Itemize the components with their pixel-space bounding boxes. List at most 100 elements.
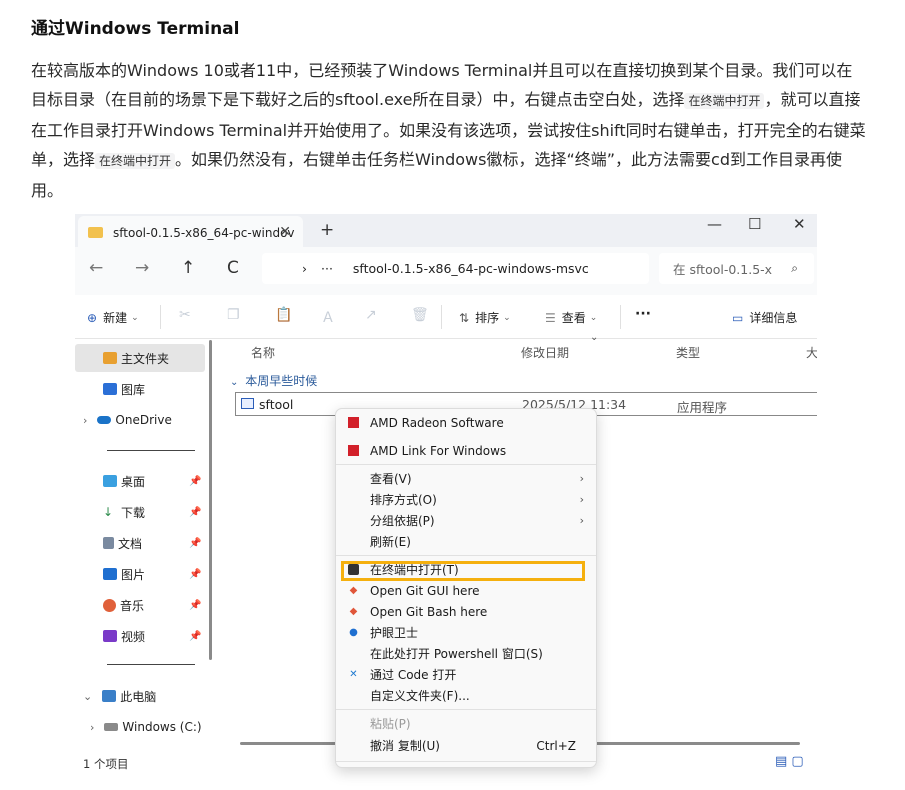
explorer-tab[interactable]: sftool-0.1.5-x86_64-pc-windov ✕ xyxy=(78,216,303,249)
inline-code-open-in-terminal-2: 在终端中打开 xyxy=(95,153,176,169)
sort-icon: ⇅ xyxy=(459,310,470,325)
menu-item-customize-folder[interactable]: 自定义文件夹(F)... xyxy=(336,685,596,706)
share-icon[interactable]: ↗ xyxy=(365,307,377,323)
menu-separator xyxy=(336,555,596,556)
application-icon xyxy=(241,398,254,409)
back-arrow-icon[interactable]: ← xyxy=(89,258,103,278)
details-pane-icon: ▭ xyxy=(732,310,744,325)
breadcrumb-overflow-icon[interactable]: ··· xyxy=(321,261,333,276)
pin-icon[interactable]: 📌 xyxy=(189,631,201,642)
up-arrow-icon[interactable]: ↑ xyxy=(181,258,195,278)
pin-icon[interactable]: 📌 xyxy=(189,569,201,580)
search-placeholder: 在 sftool-0.1.5-x xyxy=(673,262,773,277)
navigation-pane: 主文件夹 图库 › OneDrive 桌面 📌 ↓ 下载 📌 文档 📌 图片 📌… xyxy=(75,340,210,752)
sidebar-item-gallery[interactable]: 图库 xyxy=(75,375,205,403)
menu-separator xyxy=(336,709,596,710)
document-icon xyxy=(103,537,114,549)
sidebar-divider xyxy=(107,450,195,451)
group-header[interactable]: ⌄ 本周早些时候 xyxy=(230,372,317,389)
menu-item-view[interactable]: 查看(V) › xyxy=(336,468,596,489)
sidebar-item-desktop[interactable]: 桌面 📌 xyxy=(75,467,205,495)
column-header-size[interactable]: 大 xyxy=(806,344,817,361)
menu-item-open-powershell[interactable]: 在此处打开 Powershell 窗口(S) xyxy=(336,643,596,664)
column-header-type[interactable]: 类型 xyxy=(676,344,700,361)
chevron-right-icon: › xyxy=(579,493,584,506)
sidebar-item-onedrive[interactable]: › OneDrive xyxy=(75,406,205,434)
navigation-bar: ← → ↑ C › ··· sftool-0.1.5-x86_64-pc-win… xyxy=(75,247,817,295)
sidebar-item-music[interactable]: 音乐 📌 xyxy=(75,591,205,619)
menu-item-git-gui[interactable]: ◆ Open Git GUI here xyxy=(336,580,596,601)
chevron-down-icon: ⌄ xyxy=(83,689,93,703)
sidebar-item-documents[interactable]: 文档 📌 xyxy=(75,529,205,557)
desktop-icon xyxy=(103,475,117,487)
pin-icon[interactable]: 📌 xyxy=(189,600,201,611)
menu-item-refresh[interactable]: 刷新(E) xyxy=(336,531,596,552)
search-icon: ⌕ xyxy=(791,261,798,275)
copy-icon[interactable]: ❐ xyxy=(227,307,240,323)
menu-item-sort-by[interactable]: 排序方式(O) › xyxy=(336,489,596,510)
sidebar-item-pictures[interactable]: 图片 📌 xyxy=(75,560,205,588)
file-name: sftool xyxy=(259,397,294,412)
details-button[interactable]: ▭ 详细信息 xyxy=(732,309,797,326)
sidebar-item-windows-c[interactable]: › Windows (C:) xyxy=(75,713,205,741)
sidebar-scrollbar[interactable] xyxy=(209,340,212,660)
column-header-name[interactable]: 名称 xyxy=(251,344,275,361)
column-header-modified[interactable]: 修改日期 xyxy=(521,344,569,361)
drive-icon xyxy=(104,723,119,731)
file-type: 应用程序 xyxy=(677,400,728,415)
maximize-button[interactable]: ☐ xyxy=(748,215,761,233)
sort-chevron-icon: ⌄ xyxy=(590,332,599,343)
menu-item-eye-guard[interactable]: ● 护眼卫士 xyxy=(336,622,596,643)
new-tab-button[interactable]: + xyxy=(320,220,334,240)
view-icon: ☰ xyxy=(545,310,556,325)
sidebar-item-downloads[interactable]: ↓ 下载 📌 xyxy=(75,498,205,526)
toolbar-divider xyxy=(620,305,621,329)
menu-separator xyxy=(336,761,596,762)
menu-item-amd-radeon[interactable]: AMD Radeon Software xyxy=(336,412,596,433)
title-bar: sftool-0.1.5-x86_64-pc-windov ✕ + — ☐ ✕ xyxy=(75,214,817,249)
rename-icon[interactable]: Ａ xyxy=(321,307,335,327)
status-item-count: 1 个项目 xyxy=(83,757,129,771)
pin-icon[interactable]: 📌 xyxy=(189,507,201,518)
chevron-down-icon: ⌄ xyxy=(131,312,139,323)
sort-button[interactable]: ⇅ 排序 ⌄ xyxy=(459,309,511,326)
video-icon xyxy=(103,630,117,642)
cut-icon[interactable]: ✂ xyxy=(179,307,191,323)
sidebar-divider xyxy=(107,664,195,665)
new-button[interactable]: ⊕ 新建 ⌄ xyxy=(87,309,139,326)
search-box[interactable]: 在 sftool-0.1.5-x ⌕ xyxy=(659,253,814,284)
menu-item-git-bash[interactable]: ◆ Open Git Bash here xyxy=(336,601,596,622)
plus-circle-icon: ⊕ xyxy=(87,310,98,325)
forward-arrow-icon[interactable]: → xyxy=(135,258,149,278)
chevron-right-icon: › xyxy=(83,413,88,427)
minimize-button[interactable]: — xyxy=(707,215,722,233)
menu-item-amd-link[interactable]: AMD Link For Windows xyxy=(336,440,596,461)
tab-title: sftool-0.1.5-x86_64-pc-windov xyxy=(113,225,295,240)
sidebar-item-videos[interactable]: 视频 📌 xyxy=(75,622,205,650)
music-icon xyxy=(103,598,116,612)
view-button[interactable]: ☰ 查看 ⌄ xyxy=(545,309,597,326)
amd-icon xyxy=(348,417,359,428)
address-bar[interactable]: › ··· sftool-0.1.5-x86_64-pc-windows-msv… xyxy=(262,253,649,284)
sidebar-item-this-pc[interactable]: ⌄ 此电脑 xyxy=(75,682,205,710)
article-title: 通过Windows Terminal xyxy=(31,19,240,39)
sidebar-item-home[interactable]: 主文件夹 xyxy=(75,344,205,372)
paste-icon[interactable]: 📋 xyxy=(275,307,292,323)
toolbar-divider xyxy=(160,305,161,329)
picture-icon xyxy=(103,568,117,580)
view-toggle-icons[interactable]: ▤ ▢ xyxy=(775,754,804,769)
article-paragraph: 在较高版本的Windows 10或者11中，已经预装了Windows Termi… xyxy=(31,56,866,205)
pin-icon[interactable]: 📌 xyxy=(189,476,201,487)
close-window-button[interactable]: ✕ xyxy=(793,215,806,233)
menu-item-undo-copy[interactable]: 撤消 复制(U) Ctrl+Z xyxy=(336,735,596,756)
command-bar: ⊕ 新建 ⌄ ✂ ❐ 📋 Ａ ↗ 🗑 ⇅ 排序 ⌄ ☰ 查看 ⌄ ··· ▭ 详… xyxy=(75,295,817,339)
refresh-icon[interactable]: C xyxy=(227,258,239,278)
gallery-icon xyxy=(103,383,117,395)
breadcrumb-path[interactable]: sftool-0.1.5-x86_64-pc-windows-msvc xyxy=(353,261,589,276)
pin-icon[interactable]: 📌 xyxy=(189,538,201,549)
more-options-icon[interactable]: ··· xyxy=(635,306,651,322)
menu-item-open-with-code[interactable]: ✕ 通过 Code 打开 xyxy=(336,664,596,685)
menu-item-group-by[interactable]: 分组依据(P) › xyxy=(336,510,596,531)
delete-icon[interactable]: 🗑 xyxy=(411,307,429,323)
tab-close-icon[interactable]: ✕ xyxy=(279,224,291,240)
